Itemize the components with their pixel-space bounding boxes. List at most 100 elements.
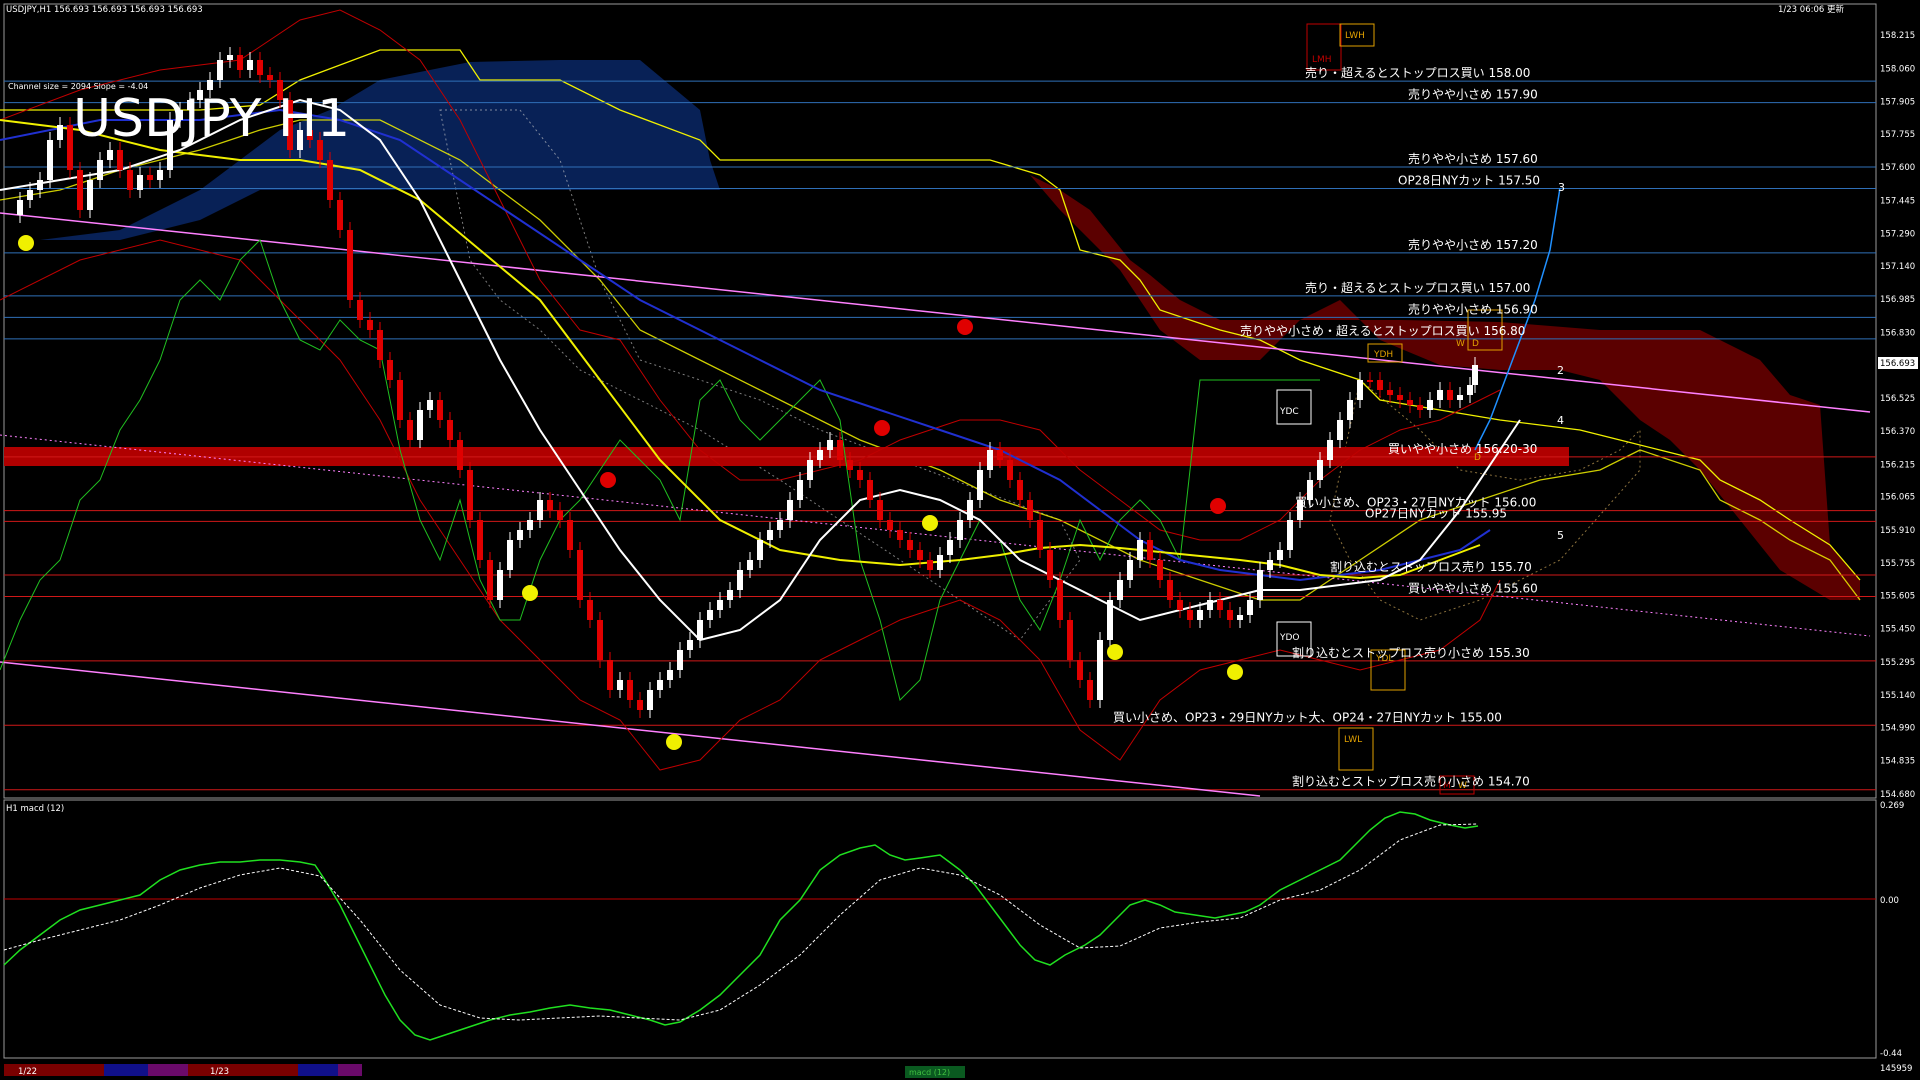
candle-body <box>567 520 573 550</box>
candle-body <box>477 520 483 560</box>
candle-body <box>787 500 793 520</box>
price-axis-label: 156.065 <box>1880 493 1915 503</box>
candle-body <box>1097 640 1103 700</box>
candle-body <box>1277 550 1283 560</box>
candle-body <box>1147 540 1153 560</box>
level-label: 買いやや小さめ 155.60 <box>1408 581 1538 595</box>
macd-axis-zero: 0.00 <box>1880 896 1899 906</box>
marker-ydh: YDH <box>1373 350 1393 360</box>
candle-body <box>917 550 923 560</box>
time-label-1-23: 1/23 <box>210 1067 229 1077</box>
symbol-title: USDJPY H1 <box>73 89 350 149</box>
marker-ydo: YDO <box>1279 633 1300 643</box>
price-axis-label: 154.835 <box>1880 757 1915 767</box>
candle-body <box>927 560 933 570</box>
candle-body <box>327 160 333 200</box>
candle-body <box>1257 570 1263 600</box>
price-axis-label: 155.910 <box>1880 526 1915 536</box>
candle-body <box>1077 660 1083 680</box>
header-timestamp: 1/23 06:06 更新 <box>1778 4 1844 15</box>
level-label: 売り・超えるとストップロス買い 157.00 <box>1305 280 1530 295</box>
marker-w: W <box>1456 339 1465 349</box>
price-axis-label: 156.525 <box>1880 394 1915 404</box>
price-axis-label: 158.060 <box>1880 64 1915 74</box>
macd-indicator-button-label: macd (12) <box>909 1068 950 1077</box>
candle-body <box>267 75 273 80</box>
level-label: 売り・超えるとストップロス買い 158.00 <box>1305 65 1530 80</box>
candle-body <box>907 540 913 550</box>
candle-body <box>1207 600 1213 610</box>
candle-body <box>937 555 943 570</box>
level-label: 買いやや小さめ 156.20-30 <box>1388 442 1537 456</box>
candle-body <box>1437 390 1443 400</box>
candle-body <box>967 500 973 520</box>
candle-body <box>1267 560 1273 570</box>
candle-body <box>1187 610 1193 620</box>
chart-canvas[interactable]: LWH LMH YDH YDC YDO YDL LWL W D D M W 3 … <box>0 0 1920 1080</box>
candle-body <box>397 380 403 420</box>
candle-body <box>1137 540 1143 560</box>
candle-body <box>17 200 23 215</box>
candle-body <box>607 660 613 690</box>
candle-body <box>837 440 843 460</box>
candle-body <box>427 400 433 410</box>
candle-body <box>347 230 353 300</box>
candle-body <box>457 440 463 470</box>
candle-body <box>227 55 233 60</box>
candle-body <box>117 150 123 170</box>
candle-body <box>1227 610 1233 620</box>
candle-body <box>847 460 853 470</box>
candle-body <box>657 680 663 690</box>
wave-label-4: 4 <box>1557 414 1564 427</box>
candle-body <box>1127 560 1133 580</box>
candle-body <box>587 600 593 620</box>
candle-body <box>807 460 813 480</box>
candle-body <box>257 60 263 75</box>
candle-body <box>157 170 163 180</box>
candle-body <box>727 590 733 600</box>
time-axis[interactable]: 1/22 1/23 <box>4 1064 362 1077</box>
level-label: OP27日NYカット 155.95 <box>1365 506 1507 520</box>
candle-body <box>887 520 893 530</box>
candle-body <box>1447 390 1453 400</box>
candle-body <box>687 640 693 650</box>
level-label: OP28日NYカット 157.50 <box>1398 174 1540 188</box>
candle-body <box>977 470 983 500</box>
candle-body <box>1087 680 1093 700</box>
candle-body <box>1047 550 1053 580</box>
candle-body <box>547 500 553 510</box>
candle-body <box>987 450 993 470</box>
candle-body <box>777 520 783 530</box>
candle-body <box>627 680 633 700</box>
level-label: 割り込むとストップロス売り小さめ 155.30 <box>1292 645 1530 660</box>
price-axis-label: 154.990 <box>1880 723 1915 733</box>
candle-body <box>27 190 33 200</box>
candle-body <box>1367 380 1373 382</box>
candle-body <box>737 570 743 590</box>
candle-body <box>1117 580 1123 600</box>
candle-body <box>957 520 963 540</box>
marker-lwh: LWH <box>1345 31 1365 41</box>
marker-lmh: LMH <box>1312 55 1332 65</box>
candle-body <box>817 450 823 460</box>
level-label: 割り込むとストップロス売り 155.70 <box>1330 559 1532 574</box>
candle-body <box>97 160 103 180</box>
level-label: 買い小さめ、OP23・29日NYカット大、OP24・27日NYカット 155.0… <box>1113 710 1502 724</box>
candle-body <box>1177 600 1183 610</box>
candle-body <box>1157 560 1163 580</box>
candle-body <box>517 530 523 540</box>
candle-body <box>897 530 903 540</box>
header-info: USDJPY,H1 156.693 156.693 156.693 156.69… <box>6 5 203 15</box>
candle-body <box>337 200 343 230</box>
level-label: 売りやや小さめ・超えるとストップロス買い 156.80 <box>1240 323 1525 338</box>
candle-body <box>77 170 83 210</box>
candle-body <box>407 420 413 440</box>
candle-body <box>1457 395 1463 400</box>
candle-body <box>667 670 673 680</box>
price-axis-label: 157.140 <box>1880 262 1915 272</box>
candle-body <box>1347 400 1353 420</box>
price-axis-label: 156.215 <box>1880 460 1915 470</box>
candle-body <box>1217 600 1223 610</box>
candle-body <box>1237 615 1243 620</box>
candle-body <box>107 150 113 160</box>
